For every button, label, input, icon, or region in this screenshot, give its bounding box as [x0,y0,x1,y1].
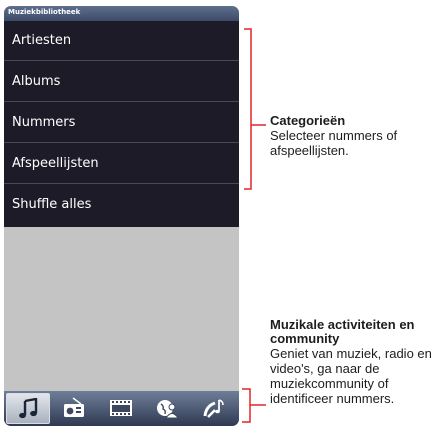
categories-callout: Categorieën Selecteer nummers of afspeel… [270,113,440,159]
callout-text: Geniet van muziek, radio en video's, ga … [270,346,432,406]
activities-callout: Muzikale activiteiten en community Genie… [270,317,442,407]
callout-title: Muzikale activiteiten en community [270,317,415,346]
callout-text: Selecteer nummers of afspeellijsten. [270,128,398,158]
callout-title: Categorieën [270,113,346,128]
